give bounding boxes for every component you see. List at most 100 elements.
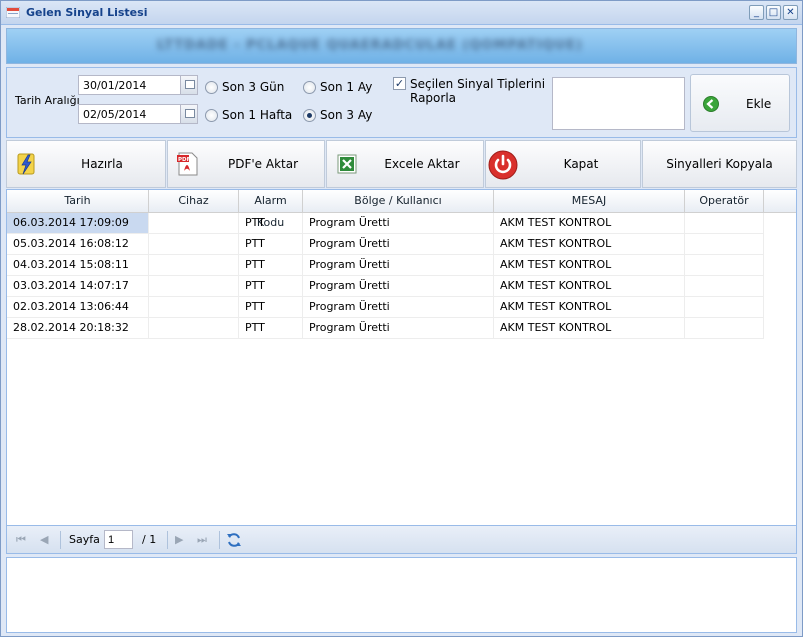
checkbox-checked-icon[interactable]: ✓ bbox=[393, 77, 406, 90]
date-from-input[interactable] bbox=[79, 76, 179, 94]
cell-col-date[interactable]: 28.02.2014 20:18:32 bbox=[7, 318, 149, 339]
cell-col-device[interactable] bbox=[149, 318, 239, 339]
cell-col-region-user[interactable]: Program Üretti bbox=[303, 276, 494, 297]
date-from-field[interactable] bbox=[78, 75, 198, 95]
radio-last-3-months[interactable]: Son 3 Ay bbox=[303, 108, 372, 122]
cell-col-region-user[interactable]: Program Üretti bbox=[303, 255, 494, 276]
export-pdf-button[interactable]: PDF PDF'e Aktar bbox=[167, 140, 325, 188]
header-col-message[interactable]: MESAJ bbox=[494, 190, 685, 212]
cell-col-message[interactable]: AKM TEST KONTROL bbox=[494, 213, 685, 234]
cell-col-operator[interactable] bbox=[685, 255, 764, 276]
cell-col-message[interactable]: AKM TEST KONTROL bbox=[494, 276, 685, 297]
date-to-field[interactable] bbox=[78, 104, 198, 124]
cell-col-message[interactable]: AKM TEST KONTROL bbox=[494, 255, 685, 276]
header-col-region-user[interactable]: Bölge / Kullanıcı bbox=[303, 190, 494, 212]
toolbar: Hazırla PDF PDF'e Aktar Excele Aktar Kap… bbox=[6, 140, 797, 188]
cell-col-operator[interactable] bbox=[685, 234, 764, 255]
table-row[interactable]: 03.03.2014 14:07:17 PTT Program Üretti AKM … bbox=[7, 276, 796, 297]
signal-types-textarea[interactable] bbox=[552, 77, 685, 130]
cell-col-date[interactable]: 06.03.2014 17:09:09 bbox=[7, 213, 149, 234]
header-col-operator[interactable]: Operatör bbox=[685, 190, 764, 212]
pager-separator bbox=[60, 531, 61, 549]
radio-label: Son 1 Hafta bbox=[222, 108, 293, 122]
last-page-icon[interactable]: ⏭ bbox=[197, 533, 207, 547]
header-col-device[interactable]: Cihaz bbox=[149, 190, 239, 212]
radio-last-1-week[interactable]: Son 1 Hafta bbox=[205, 108, 292, 122]
header-col-alarm-code[interactable]: Alarm Kodu bbox=[239, 190, 303, 229]
header-col-date[interactable]: Tarih bbox=[7, 190, 149, 212]
cell-col-alarm-code[interactable]: PTT bbox=[239, 318, 303, 339]
prepare-button[interactable]: Hazırla bbox=[6, 140, 166, 188]
close-button[interactable]: Kapat bbox=[485, 140, 641, 188]
table-row[interactable]: 04.03.2014 15:08:11 PTT Program Üretti AKM … bbox=[7, 255, 796, 276]
report-signal-types-checkbox[interactable]: ✓ Seçilen Sinyal Tiplerini Raporla bbox=[393, 77, 560, 105]
cell-col-alarm-code[interactable]: PTT bbox=[239, 297, 303, 318]
pdf-icon: PDF bbox=[177, 152, 198, 176]
cell-col-date[interactable]: 04.03.2014 15:08:11 bbox=[7, 255, 149, 276]
cell-col-region-user[interactable]: Program Üretti bbox=[303, 234, 494, 255]
cell-col-date[interactable]: 05.03.2014 16:08:12 bbox=[7, 234, 149, 255]
cell-col-date[interactable]: 02.03.2014 13:06:44 bbox=[7, 297, 149, 318]
cell-col-device[interactable] bbox=[149, 234, 239, 255]
radio-dot-selected[interactable] bbox=[303, 108, 316, 122]
calendar-icon[interactable] bbox=[180, 105, 197, 123]
cell-col-alarm-code[interactable]: PTT bbox=[239, 234, 303, 255]
header-banner: LTTDADE - PCLAQUE QUAERADCULAE (QOMPATIQ… bbox=[6, 28, 797, 64]
next-page-icon[interactable]: ▶ bbox=[175, 533, 183, 546]
cell-col-device[interactable] bbox=[149, 213, 239, 234]
cell-col-operator[interactable] bbox=[685, 297, 764, 318]
radio-last-3-days[interactable]: Son 3 Gün bbox=[205, 80, 284, 94]
first-page-icon[interactable]: ⏮ bbox=[16, 533, 26, 547]
cell-col-message[interactable]: AKM TEST KONTROL bbox=[494, 234, 685, 255]
minimize-button[interactable]: _ bbox=[749, 5, 764, 20]
cell-col-region-user[interactable]: Program Üretti bbox=[303, 318, 494, 339]
cell-col-date[interactable]: 03.03.2014 14:07:17 bbox=[7, 276, 149, 297]
table-row[interactable]: 05.03.2014 16:08:12 PTT Program Üretti AKM … bbox=[7, 234, 796, 255]
cell-col-device[interactable] bbox=[149, 297, 239, 318]
radio-label: Son 1 Ay bbox=[320, 80, 373, 94]
cell-col-alarm-code[interactable]: PTT bbox=[239, 276, 303, 297]
date-to-input[interactable] bbox=[79, 105, 179, 123]
date-range-label: Tarih Aralığı bbox=[15, 94, 80, 107]
export-pdf-label: PDF'e Aktar bbox=[227, 156, 299, 171]
export-excel-label: Excele Aktar bbox=[384, 156, 460, 171]
prepare-label: Hazırla bbox=[81, 156, 123, 171]
prev-page-icon[interactable]: ◀ bbox=[40, 533, 48, 546]
close-window-button[interactable]: ✕ bbox=[783, 5, 798, 20]
radio-dot[interactable] bbox=[205, 80, 218, 94]
add-button[interactable]: Ekle bbox=[690, 74, 790, 132]
export-excel-button[interactable]: Excele Aktar bbox=[326, 140, 484, 188]
cell-col-alarm-code[interactable]: PTT bbox=[239, 255, 303, 276]
refresh-icon[interactable] bbox=[226, 532, 242, 548]
cell-col-alarm-code[interactable]: PTT bbox=[239, 213, 303, 234]
cell-col-region-user[interactable]: Program Üretti bbox=[303, 297, 494, 318]
copy-signals-button[interactable]: Sinyalleri Kopyala bbox=[642, 140, 797, 188]
cell-col-message[interactable]: AKM TEST KONTROL bbox=[494, 297, 685, 318]
close-label: Kapat bbox=[563, 156, 599, 171]
cell-col-message[interactable]: AKM TEST KONTROL bbox=[494, 318, 685, 339]
cell-col-region-user[interactable]: Program Üretti bbox=[303, 213, 494, 234]
cell-col-device[interactable] bbox=[149, 255, 239, 276]
cell-col-operator[interactable] bbox=[685, 213, 764, 234]
table-row[interactable]: 28.02.2014 20:18:32 PTT Program Üretti AKM … bbox=[7, 318, 796, 339]
maximize-button[interactable]: □ bbox=[766, 5, 781, 20]
checkbox-label: Seçilen Sinyal Tiplerini Raporla bbox=[410, 77, 546, 105]
radio-dot[interactable] bbox=[205, 108, 218, 122]
cell-col-operator[interactable] bbox=[685, 318, 764, 339]
calendar-icon[interactable] bbox=[180, 76, 197, 94]
radio-dot[interactable] bbox=[303, 80, 316, 94]
table-row[interactable]: 06.03.2014 17:09:09 PTT Program Üretti AKM … bbox=[7, 213, 796, 234]
green-arrow-icon bbox=[703, 96, 719, 112]
radio-label: Son 3 Ay bbox=[320, 108, 373, 122]
cell-col-device[interactable] bbox=[149, 276, 239, 297]
app-window-icon bbox=[6, 7, 20, 18]
title-bar[interactable]: Gelen Sinyal Listesi _ □ ✕ bbox=[1, 1, 802, 25]
table-row[interactable]: 02.03.2014 13:06:44 PTT Program Üretti AKM … bbox=[7, 297, 796, 318]
cell-col-operator[interactable] bbox=[685, 276, 764, 297]
excel-icon bbox=[337, 154, 357, 174]
radio-last-1-month[interactable]: Son 1 Ay bbox=[303, 80, 372, 94]
detail-area[interactable] bbox=[6, 557, 797, 633]
page-number-input[interactable] bbox=[104, 530, 133, 549]
svg-text:PDF: PDF bbox=[178, 157, 191, 163]
copy-signals-label: Sinyalleri Kopyala bbox=[666, 156, 773, 171]
